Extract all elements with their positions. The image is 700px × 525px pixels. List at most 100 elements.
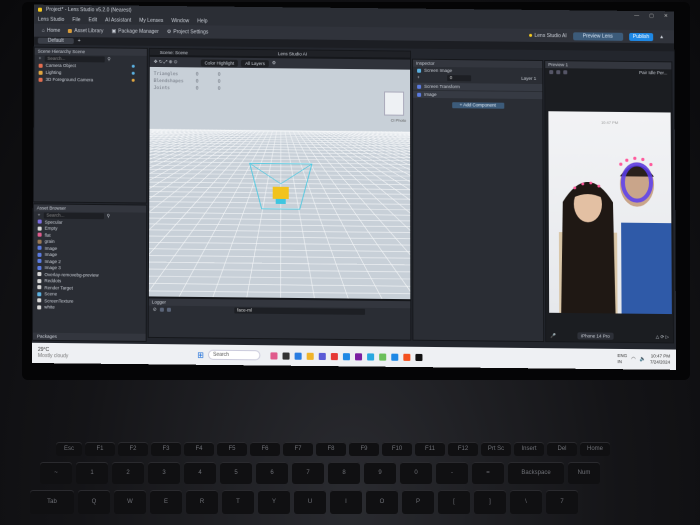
hierarchy-search-input[interactable]: Search... [44, 55, 104, 62]
keyboard-key[interactable]: Del [547, 442, 577, 456]
keyboard-key[interactable]: 5 [220, 462, 252, 484]
object-name[interactable]: Screen Image [424, 68, 452, 73]
tab-lens-studio-ai[interactable]: Lens Studio AI [278, 51, 307, 56]
keyboard-key[interactable]: - [436, 462, 468, 484]
keyboard-key[interactable]: ~ [40, 462, 72, 484]
taskbar-app-icon[interactable] [283, 352, 290, 359]
keyboard-key[interactable]: F5 [217, 442, 247, 456]
layers-dropdown[interactable]: All Layers [241, 59, 269, 66]
keyboard-key[interactable]: F3 [151, 442, 181, 456]
taskbar-app-icon[interactable] [415, 353, 422, 360]
taskbar-app-icon[interactable] [343, 353, 350, 360]
keyboard-key[interactable]: 0 [400, 462, 432, 484]
keyboard-key[interactable]: Y [258, 490, 290, 514]
taskbar-app-icon[interactable] [403, 353, 410, 360]
close-button[interactable]: ✕ [664, 13, 668, 19]
keyboard-key[interactable]: 6 [256, 462, 288, 484]
keyboard-key[interactable]: F11 [415, 442, 445, 456]
preview-tool-icon[interactable] [549, 70, 553, 74]
keyboard-key[interactable]: [ [438, 490, 470, 514]
keyboard-key[interactable]: 4 [184, 462, 216, 484]
device-dropdown[interactable]: iPhone 14 Pro [577, 332, 614, 339]
language-indicator[interactable]: ENG IN [617, 353, 627, 365]
menu-ai-assistant[interactable]: AI Assistant [105, 17, 131, 23]
keyboard-key[interactable]: O [366, 490, 398, 514]
asset-library-button[interactable]: Asset Library [68, 28, 103, 34]
keyboard-key[interactable]: F10 [382, 442, 412, 456]
project-settings-button[interactable]: ⚙ Project Settings [167, 29, 209, 35]
menu-my-lenses[interactable]: My Lenses [139, 17, 163, 23]
taskbar-app-icon[interactable] [295, 352, 302, 359]
taskbar-app-icon[interactable] [307, 352, 314, 359]
log-search-input[interactable]: face-ml [234, 307, 365, 314]
keyboard-key[interactable]: F4 [184, 442, 214, 456]
add-object-button[interactable]: + [39, 56, 42, 61]
keyboard-key[interactable]: Q [78, 490, 110, 514]
clock[interactable]: 10:47 PM 7/24/2024 [650, 353, 670, 365]
keyboard-key[interactable]: Home [580, 442, 610, 456]
keyboard-key[interactable]: Prt Sc [481, 442, 511, 456]
add-icon[interactable]: + [417, 75, 420, 80]
preview-tool-icon[interactable] [563, 70, 567, 74]
keyboard-key[interactable]: F7 [283, 442, 313, 456]
menu-file[interactable]: File [72, 17, 80, 23]
ai-badge[interactable]: Lens Studio AI [529, 32, 566, 38]
component-row[interactable]: Screen Transform [413, 83, 542, 91]
keyboard-key[interactable]: Tab [30, 490, 74, 514]
keyboard-key[interactable]: Num [568, 462, 600, 484]
preview-tool-icon[interactable] [556, 70, 560, 74]
hierarchy-item[interactable]: 3D Foreground Camera [35, 76, 147, 84]
taskbar-app-icon[interactable] [391, 353, 398, 360]
transform-tools-icon[interactable]: ✥ ↻ ⤢ ⊕ ⊙ [154, 59, 178, 65]
component-row[interactable]: Image [413, 91, 542, 99]
menu-edit[interactable]: Edit [88, 17, 97, 23]
asset-item[interactable]: white [33, 304, 146, 312]
keyboard-key[interactable]: F12 [448, 442, 478, 456]
keyboard-key[interactable]: F2 [118, 442, 148, 456]
keyboard-key[interactable]: W [114, 490, 146, 514]
maximize-button[interactable]: ▢ [649, 13, 654, 19]
clear-log-icon[interactable]: ⊘ [153, 306, 157, 312]
keyboard-key[interactable]: F6 [250, 442, 280, 456]
view-options-icon[interactable]: ⚙ [272, 60, 276, 66]
packages-row[interactable]: Packages [33, 333, 146, 341]
layer-label[interactable]: Layer 1 [521, 76, 536, 81]
volume-icon[interactable]: 🔈 [640, 356, 646, 362]
keyboard-key[interactable]: F9 [349, 442, 379, 456]
preview-controls-icon[interactable]: △ ⟳ ▷ [656, 334, 669, 340]
log-filter-icon[interactable] [160, 307, 164, 311]
keyboard-key[interactable]: 1 [76, 462, 108, 484]
taskbar-search[interactable]: Search [208, 350, 260, 361]
add-tab-button[interactable]: + [78, 38, 81, 44]
visibility-icon[interactable] [132, 79, 135, 82]
camera-thumbnail[interactable] [384, 91, 404, 115]
keyboard-key[interactable]: P [402, 490, 434, 514]
keyboard-key[interactable]: \ [510, 490, 542, 514]
keyboard-key[interactable]: U [294, 490, 326, 514]
keyboard-key[interactable]: F8 [316, 442, 346, 456]
keyboard-key[interactable]: 7 [292, 462, 324, 484]
keyboard-key[interactable]: E [150, 490, 182, 514]
keyboard-key[interactable]: Esc [56, 442, 82, 456]
tab-default[interactable]: Default [38, 38, 74, 44]
keyboard-key[interactable]: ] [474, 490, 506, 514]
filter-icon[interactable]: ⚲ [107, 213, 110, 219]
preview-mode-dropdown[interactable]: Pair Idle Per... [639, 70, 667, 75]
keyboard-key[interactable]: I [330, 490, 362, 514]
taskbar-app-icon[interactable] [367, 353, 374, 360]
minimize-button[interactable]: — [634, 13, 639, 19]
visibility-icon[interactable] [132, 72, 135, 75]
account-icon[interactable]: ▲ [659, 34, 664, 40]
menu-lens-studio[interactable]: Lens Studio [38, 16, 64, 22]
layer-input[interactable]: 0 [447, 75, 471, 81]
keyboard-key[interactable]: 7 [546, 490, 578, 514]
scene-viewport[interactable]: ✥ ↻ ⤢ ⊕ ⊙ Color Highlight All Layers ⚙ T… [148, 56, 411, 300]
keyboard-key[interactable]: Insert [514, 442, 544, 456]
menu-help[interactable]: Help [197, 18, 207, 24]
weather-widget[interactable]: 29°C Mostly cloudy [38, 347, 69, 359]
tab-scene[interactable]: Scene: Scene [160, 49, 188, 54]
wifi-icon[interactable]: ◠ [631, 356, 635, 362]
taskbar-app-icon[interactable] [379, 353, 386, 360]
keyboard-key[interactable]: 8 [328, 462, 360, 484]
home-button[interactable]: ⌂ Home [42, 27, 60, 33]
